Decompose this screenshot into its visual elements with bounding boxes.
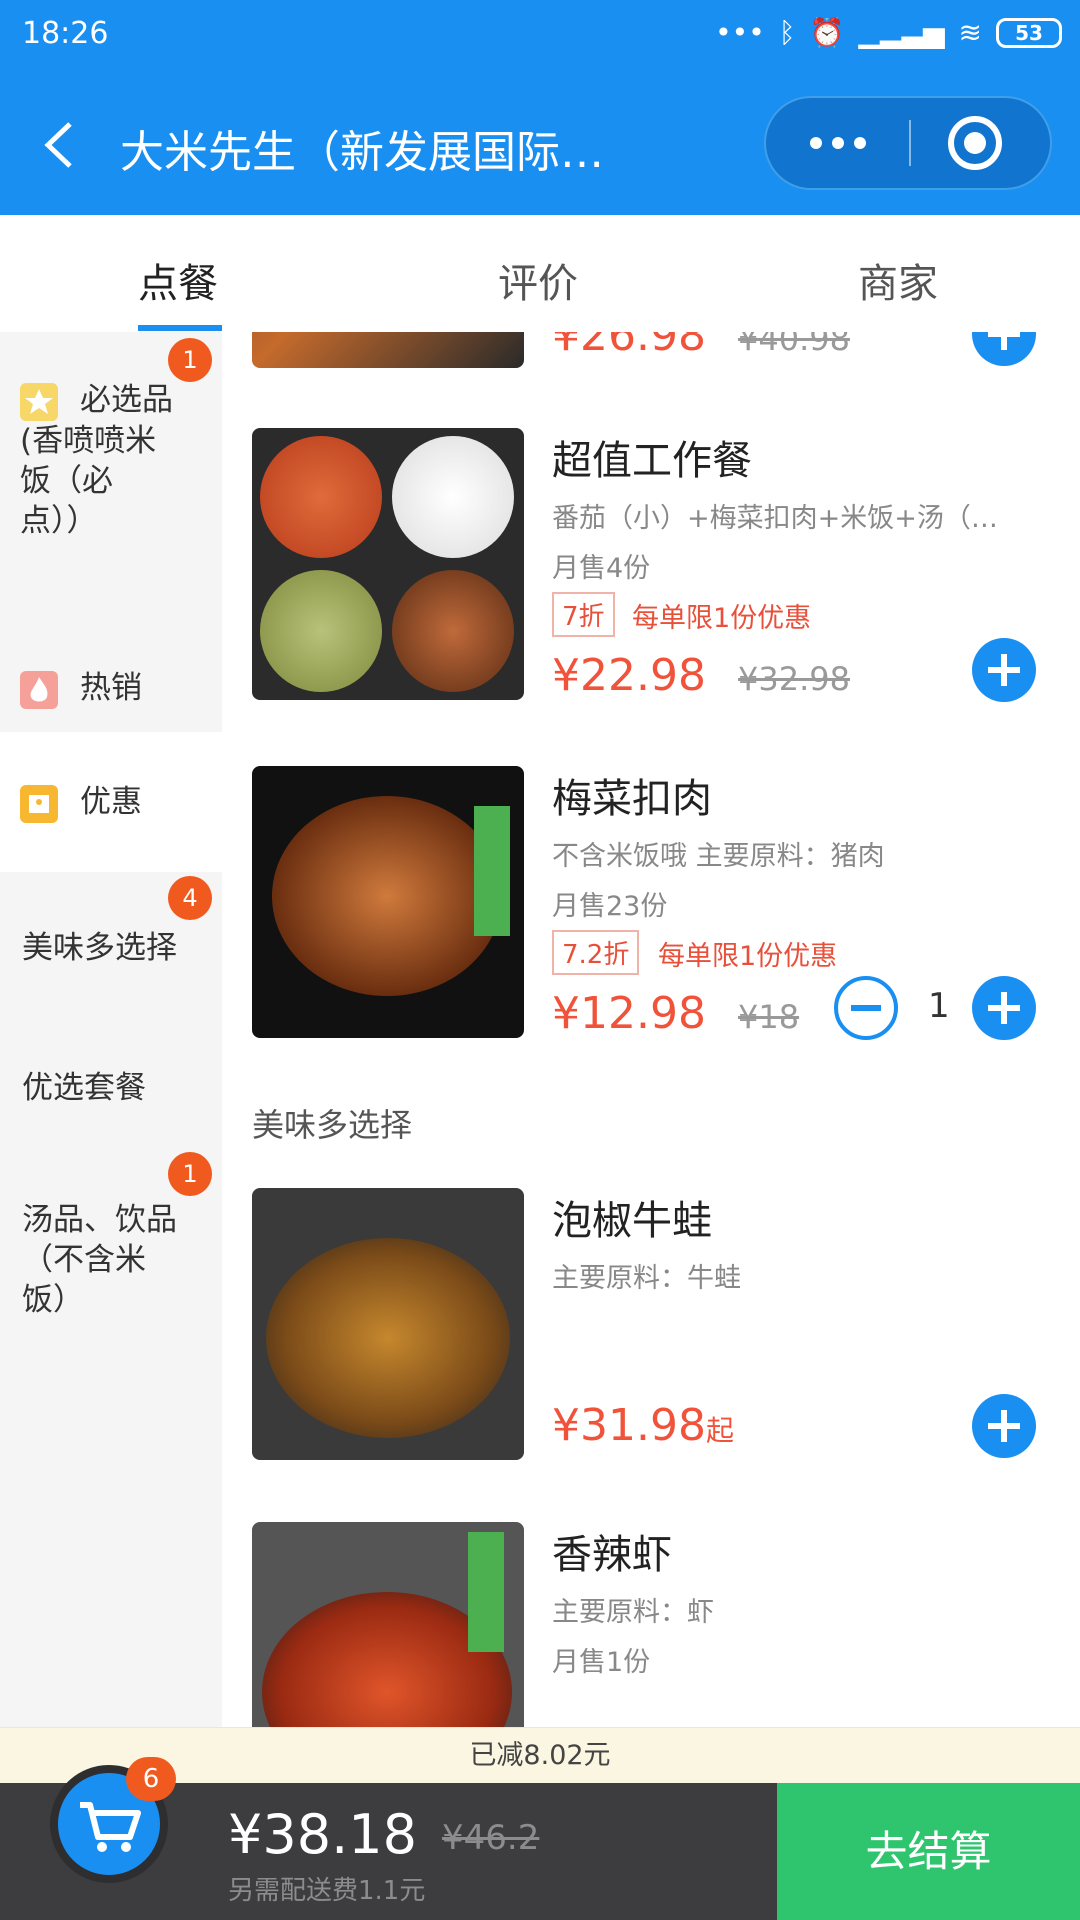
product-old-price: ¥18 bbox=[738, 998, 800, 1036]
flame-icon bbox=[20, 670, 58, 709]
add-to-cart-button[interactable] bbox=[972, 332, 1036, 366]
product-sold: 月售23份 bbox=[552, 891, 668, 922]
product-name: 超值工作餐 bbox=[552, 438, 752, 484]
sidebar-item-label-line: (香喷喷米 bbox=[20, 422, 157, 459]
discount-tag: 7折 bbox=[552, 592, 615, 637]
category-sidebar: 1 必选品 (香喷喷米 饭（必 点）） 热销 优惠 4 美味多选择 优选套餐 1… bbox=[0, 332, 222, 1727]
tab-bar: 点餐 评价 商家 bbox=[0, 215, 1080, 332]
cart-total: ¥38.18 bbox=[228, 1803, 417, 1866]
sidebar-item-soup-drinks[interactable]: 1 汤品、饮品 （不含米 饭） bbox=[0, 1152, 222, 1372]
status-time: 18:26 bbox=[22, 16, 109, 51]
product-desc: 不含米饭哦 主要原料：猪肉 bbox=[552, 841, 885, 872]
battery-level: 53 bbox=[1015, 20, 1043, 45]
sidebar-item-label: 优惠 bbox=[80, 784, 142, 820]
category-badge: 1 bbox=[168, 1152, 212, 1196]
sidebar-item-label-line: 饭（必 bbox=[20, 462, 113, 499]
wifi-icon: ≋ bbox=[958, 16, 982, 49]
more-icon[interactable] bbox=[766, 98, 909, 188]
dots-icon: ••• bbox=[715, 16, 765, 49]
back-icon[interactable] bbox=[40, 120, 80, 170]
product-name: 香辣虾 bbox=[552, 1532, 672, 1578]
active-tab-indicator bbox=[138, 325, 222, 331]
add-to-cart-button[interactable] bbox=[972, 638, 1036, 702]
status-icons: ••• ᛒ ⏰ ▁▂▃▅ ≋ 53 bbox=[715, 16, 1062, 49]
product-list: ¥26.98 ¥40.98 超值工作餐 番茄（小）+梅菜扣肉+米饭+汤（… 月售… bbox=[222, 332, 1080, 1727]
add-to-cart-button[interactable] bbox=[972, 976, 1036, 1040]
delivery-fee-text: 另需配送费1.1元 bbox=[228, 1876, 426, 1906]
close-target-icon[interactable] bbox=[948, 116, 1002, 170]
product-image-spicy-shrimp[interactable] bbox=[252, 1522, 524, 1727]
product-old-price: ¥40.98 bbox=[738, 332, 850, 358]
product-price: ¥31.98起 bbox=[552, 1400, 734, 1451]
checkout-button[interactable]: 去结算 bbox=[777, 1783, 1080, 1920]
product-old-price: ¥32.98 bbox=[738, 660, 850, 698]
signal-icon: ▁▂▃▅ bbox=[858, 16, 945, 49]
quantity-value: 1 bbox=[928, 986, 950, 1026]
sidebar-item-label: 必选品 bbox=[80, 382, 173, 418]
sidebar-item-label: 美味多选择 bbox=[22, 930, 177, 966]
capsule-divider bbox=[909, 120, 911, 166]
product-desc: 主要原料：虾 bbox=[552, 1597, 714, 1628]
tab-merchant[interactable]: 商家 bbox=[858, 251, 938, 309]
cart-count-badge: 6 bbox=[126, 1757, 176, 1801]
add-to-cart-button[interactable] bbox=[972, 1394, 1036, 1458]
alarm-icon: ⏰ bbox=[809, 16, 845, 49]
sidebar-item-hot[interactable]: 热销 bbox=[0, 642, 222, 742]
product-sold: 月售1份 bbox=[552, 1647, 651, 1678]
sidebar-item-label-line: 饭） bbox=[22, 1282, 84, 1318]
product-price: ¥26.98 bbox=[552, 332, 706, 361]
promo-text: 每单限1份优惠 bbox=[632, 603, 812, 634]
product-sold: 月售4份 bbox=[552, 553, 651, 584]
sidebar-item-label-line: （不含米 bbox=[22, 1242, 146, 1278]
product-price: ¥22.98 bbox=[552, 650, 706, 701]
navbar: 大米先生（新发展国际… bbox=[0, 90, 1080, 200]
battery-icon: 53 bbox=[996, 17, 1062, 48]
category-badge: 4 bbox=[168, 876, 212, 920]
status-bar: 18:26 ••• ᛒ ⏰ ▁▂▃▅ ≋ 53 bbox=[0, 0, 1080, 70]
top-bar: 18:26 ••• ᛒ ⏰ ▁▂▃▅ ≋ 53 大米先生（新发展国际… bbox=[0, 0, 1080, 215]
discount-tag: 7.2折 bbox=[552, 930, 640, 975]
product-name: 泡椒牛蛙 bbox=[552, 1198, 712, 1244]
discount-icon bbox=[20, 784, 58, 823]
promo-text: 每单限1份优惠 bbox=[658, 941, 838, 972]
product-name: 梅菜扣肉 bbox=[552, 776, 712, 822]
product-desc: 主要原料：牛蛙 bbox=[552, 1263, 741, 1294]
sidebar-item-combo[interactable]: 优选套餐 bbox=[0, 1012, 222, 1152]
product-price-value: ¥31.98 bbox=[552, 1400, 706, 1451]
product-image-braised-pork[interactable] bbox=[252, 766, 524, 1038]
sidebar-item-label-line: 汤品、饮品 bbox=[22, 1202, 177, 1238]
decrease-quantity-button[interactable] bbox=[834, 976, 898, 1040]
sidebar-item-variety[interactable]: 4 美味多选择 bbox=[0, 872, 222, 1012]
product-image-frog[interactable] bbox=[252, 1188, 524, 1460]
star-icon bbox=[20, 382, 58, 421]
product-price: ¥12.98 bbox=[552, 988, 706, 1039]
category-badge: 1 bbox=[168, 338, 212, 382]
cart-old-total: ¥46.2 bbox=[442, 1818, 540, 1858]
product-image-work-meal[interactable] bbox=[252, 428, 524, 700]
sidebar-item-label: 优选套餐 bbox=[22, 1070, 146, 1106]
bluetooth-icon: ᛒ bbox=[778, 16, 796, 49]
section-title: 美味多选择 bbox=[252, 1106, 413, 1144]
page-title: 大米先生（新发展国际… bbox=[120, 127, 604, 178]
price-suffix: 起 bbox=[705, 1414, 734, 1447]
sidebar-item-discount[interactable]: 优惠 bbox=[0, 732, 222, 872]
product-desc: 番茄（小）+梅菜扣肉+米饭+汤（… bbox=[552, 503, 998, 534]
tab-order[interactable]: 点餐 bbox=[138, 251, 218, 309]
sidebar-item-label-line: 点）） bbox=[20, 502, 98, 539]
product-image[interactable] bbox=[252, 332, 524, 368]
tab-reviews[interactable]: 评价 bbox=[498, 251, 578, 309]
sidebar-item-label: 热销 bbox=[80, 670, 142, 706]
mini-program-capsule bbox=[764, 96, 1052, 190]
